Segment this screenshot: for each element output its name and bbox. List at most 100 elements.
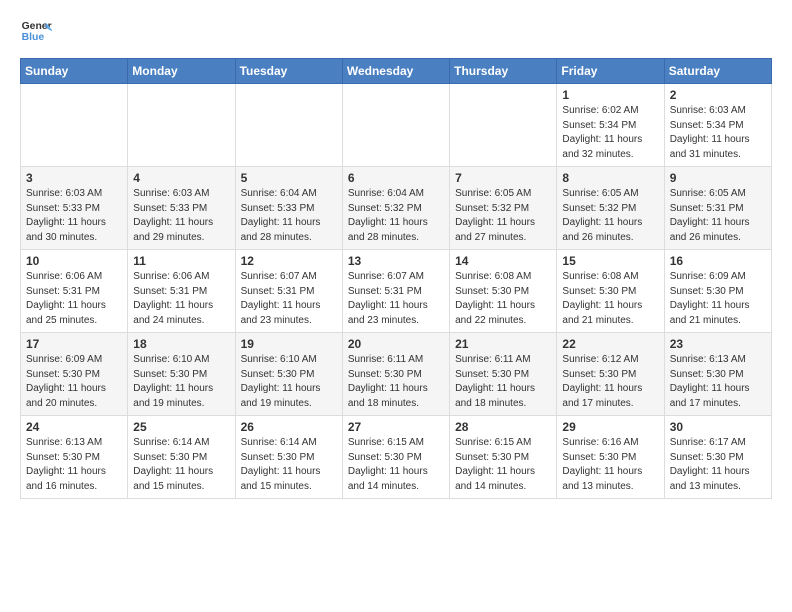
day-cell: 6 Sunrise: 6:04 AM Sunset: 5:32 PM Daylig…: [342, 167, 449, 250]
day-number: 4: [133, 171, 229, 185]
day-cell: 21 Sunrise: 6:11 AM Sunset: 5:30 PM Dayli…: [450, 333, 557, 416]
day-info: Sunrise: 6:03 AM Sunset: 5:33 PM Dayligh…: [133, 187, 229, 245]
day-number: 11: [133, 254, 229, 268]
day-cell: 29Sunrise: 6:16 AM Sunset: 5:30 PM Dayli…: [557, 416, 664, 499]
day-header-monday: Monday: [128, 59, 235, 84]
day-number: 21: [455, 337, 551, 351]
day-info: Sunrise: 6:04 AM Sunset: 5:32 PM Dayligh…: [348, 187, 444, 245]
day-cell: 8 Sunrise: 6:05 AM Sunset: 5:32 PM Daylig…: [557, 167, 664, 250]
day-number: 23: [670, 337, 766, 351]
day-info: Sunrise: 6:07 AM Sunset: 5:31 PM Dayligh…: [241, 270, 337, 328]
day-info: Sunrise: 6:04 AM Sunset: 5:33 PM Dayligh…: [241, 187, 337, 245]
day-number: 1: [562, 88, 658, 102]
day-cell: 11 Sunrise: 6:06 AM Sunset: 5:31 PM Dayli…: [128, 250, 235, 333]
day-cell: 28 Sunrise: 6:15 AM Sunset: 5:30 PM Dayli…: [450, 416, 557, 499]
week-row-2: 3Sunrise: 6:03 AM Sunset: 5:33 PM Daylig…: [21, 167, 772, 250]
day-info: Sunrise: 6:13 AM Sunset: 5:30 PM Dayligh…: [26, 436, 122, 494]
day-cell: 7 Sunrise: 6:05 AM Sunset: 5:32 PM Daylig…: [450, 167, 557, 250]
day-number: 20: [348, 337, 444, 351]
day-cell: 17 Sunrise: 6:09 AM Sunset: 5:30 PM Dayli…: [21, 333, 128, 416]
day-info: Sunrise: 6:03 AM Sunset: 5:33 PM Dayligh…: [26, 187, 122, 245]
day-header-wednesday: Wednesday: [342, 59, 449, 84]
day-number: 6: [348, 171, 444, 185]
day-header-tuesday: Tuesday: [235, 59, 342, 84]
day-number: 5: [241, 171, 337, 185]
day-number: 14: [455, 254, 551, 268]
day-number: 9: [670, 171, 766, 185]
day-number: 27: [348, 420, 444, 434]
day-info: Sunrise: 6:10 AM Sunset: 5:30 PM Dayligh…: [241, 353, 337, 411]
day-cell: 10Sunrise: 6:06 AM Sunset: 5:31 PM Dayli…: [21, 250, 128, 333]
day-number: 16: [670, 254, 766, 268]
day-number: 28: [455, 420, 551, 434]
page: General Blue SundayMondayTuesdayWednesda…: [0, 0, 792, 509]
day-info: Sunrise: 6:15 AM Sunset: 5:30 PM Dayligh…: [348, 436, 444, 494]
day-info: Sunrise: 6:13 AM Sunset: 5:30 PM Dayligh…: [670, 353, 766, 411]
day-info: Sunrise: 6:09 AM Sunset: 5:30 PM Dayligh…: [26, 353, 122, 411]
day-cell: 13Sunrise: 6:07 AM Sunset: 5:31 PM Dayli…: [342, 250, 449, 333]
day-info: Sunrise: 6:08 AM Sunset: 5:30 PM Dayligh…: [562, 270, 658, 328]
day-cell: 27 Sunrise: 6:15 AM Sunset: 5:30 PM Dayli…: [342, 416, 449, 499]
day-cell: 2Sunrise: 6:03 AM Sunset: 5:34 PM Daylig…: [664, 84, 771, 167]
day-number: 8: [562, 171, 658, 185]
day-cell: 19 Sunrise: 6:10 AM Sunset: 5:30 PM Dayli…: [235, 333, 342, 416]
day-cell: [450, 84, 557, 167]
day-number: 13: [348, 254, 444, 268]
day-cell: 12 Sunrise: 6:07 AM Sunset: 5:31 PM Dayli…: [235, 250, 342, 333]
day-info: Sunrise: 6:05 AM Sunset: 5:32 PM Dayligh…: [455, 187, 551, 245]
logo-icon: General Blue: [20, 16, 52, 48]
day-cell: 3Sunrise: 6:03 AM Sunset: 5:33 PM Daylig…: [21, 167, 128, 250]
day-cell: [342, 84, 449, 167]
day-number: 18: [133, 337, 229, 351]
week-row-1: 1 Sunrise: 6:02 AM Sunset: 5:34 PM Daylig…: [21, 84, 772, 167]
day-info: Sunrise: 6:11 AM Sunset: 5:30 PM Dayligh…: [348, 353, 444, 411]
header: General Blue: [20, 16, 772, 48]
day-info: Sunrise: 6:11 AM Sunset: 5:30 PM Dayligh…: [455, 353, 551, 411]
day-number: 7: [455, 171, 551, 185]
day-cell: 26Sunrise: 6:14 AM Sunset: 5:30 PM Dayli…: [235, 416, 342, 499]
day-number: 24: [26, 420, 122, 434]
day-info: Sunrise: 6:14 AM Sunset: 5:30 PM Dayligh…: [241, 436, 337, 494]
day-info: Sunrise: 6:05 AM Sunset: 5:31 PM Dayligh…: [670, 187, 766, 245]
day-info: Sunrise: 6:15 AM Sunset: 5:30 PM Dayligh…: [455, 436, 551, 494]
day-number: 22: [562, 337, 658, 351]
day-number: 10: [26, 254, 122, 268]
day-info: Sunrise: 6:12 AM Sunset: 5:30 PM Dayligh…: [562, 353, 658, 411]
day-cell: 30 Sunrise: 6:17 AM Sunset: 5:30 PM Dayli…: [664, 416, 771, 499]
day-number: 29: [562, 420, 658, 434]
week-row-4: 17 Sunrise: 6:09 AM Sunset: 5:30 PM Dayli…: [21, 333, 772, 416]
day-info: Sunrise: 6:02 AM Sunset: 5:34 PM Dayligh…: [562, 104, 658, 162]
day-info: Sunrise: 6:09 AM Sunset: 5:30 PM Dayligh…: [670, 270, 766, 328]
day-cell: 15 Sunrise: 6:08 AM Sunset: 5:30 PM Dayli…: [557, 250, 664, 333]
day-cell: 24 Sunrise: 6:13 AM Sunset: 5:30 PM Dayli…: [21, 416, 128, 499]
day-cell: [235, 84, 342, 167]
day-info: Sunrise: 6:06 AM Sunset: 5:31 PM Dayligh…: [133, 270, 229, 328]
day-info: Sunrise: 6:17 AM Sunset: 5:30 PM Dayligh…: [670, 436, 766, 494]
day-cell: 4 Sunrise: 6:03 AM Sunset: 5:33 PM Daylig…: [128, 167, 235, 250]
day-cell: 23 Sunrise: 6:13 AM Sunset: 5:30 PM Dayli…: [664, 333, 771, 416]
day-header-thursday: Thursday: [450, 59, 557, 84]
logo: General Blue: [20, 16, 52, 48]
day-header-saturday: Saturday: [664, 59, 771, 84]
day-info: Sunrise: 6:14 AM Sunset: 5:30 PM Dayligh…: [133, 436, 229, 494]
week-row-5: 24 Sunrise: 6:13 AM Sunset: 5:30 PM Dayli…: [21, 416, 772, 499]
day-cell: 9 Sunrise: 6:05 AM Sunset: 5:31 PM Daylig…: [664, 167, 771, 250]
day-info: Sunrise: 6:10 AM Sunset: 5:30 PM Dayligh…: [133, 353, 229, 411]
day-info: Sunrise: 6:03 AM Sunset: 5:34 PM Dayligh…: [670, 104, 766, 162]
day-header-sunday: Sunday: [21, 59, 128, 84]
day-cell: [128, 84, 235, 167]
day-number: 12: [241, 254, 337, 268]
day-number: 17: [26, 337, 122, 351]
day-cell: 5 Sunrise: 6:04 AM Sunset: 5:33 PM Daylig…: [235, 167, 342, 250]
day-cell: 14 Sunrise: 6:08 AM Sunset: 5:30 PM Dayli…: [450, 250, 557, 333]
day-number: 30: [670, 420, 766, 434]
day-cell: 20 Sunrise: 6:11 AM Sunset: 5:30 PM Dayli…: [342, 333, 449, 416]
day-info: Sunrise: 6:05 AM Sunset: 5:32 PM Dayligh…: [562, 187, 658, 245]
header-row: SundayMondayTuesdayWednesdayThursdayFrid…: [21, 59, 772, 84]
day-info: Sunrise: 6:08 AM Sunset: 5:30 PM Dayligh…: [455, 270, 551, 328]
day-number: 19: [241, 337, 337, 351]
day-number: 15: [562, 254, 658, 268]
calendar: SundayMondayTuesdayWednesdayThursdayFrid…: [20, 58, 772, 499]
day-cell: 22 Sunrise: 6:12 AM Sunset: 5:30 PM Dayli…: [557, 333, 664, 416]
day-cell: 16 Sunrise: 6:09 AM Sunset: 5:30 PM Dayli…: [664, 250, 771, 333]
